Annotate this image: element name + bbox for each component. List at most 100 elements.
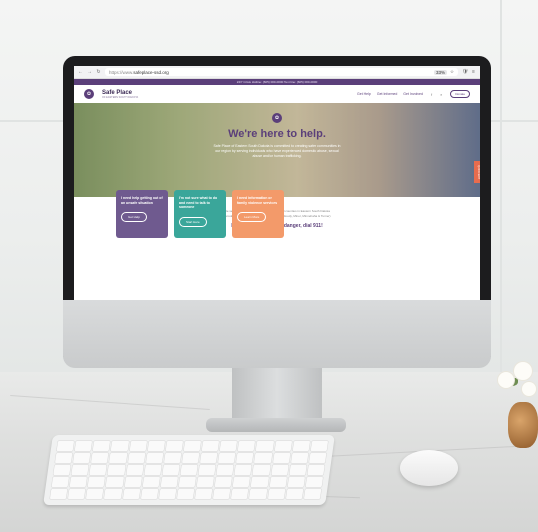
logo-icon[interactable]: ✿	[84, 89, 94, 99]
keyboard-key	[106, 477, 124, 487]
keyboard-key	[287, 477, 305, 487]
keyboard-key	[68, 489, 86, 499]
keyboard-key	[176, 489, 195, 499]
hero-title: We're here to help.	[228, 128, 326, 140]
card-title: I need help getting out of an unsafe sit…	[121, 196, 163, 205]
shield-icon[interactable]: 🛡	[462, 69, 468, 75]
keyboard-key	[285, 489, 304, 499]
hero-body: Safe Place of Eastern South Dakota is co…	[213, 144, 341, 158]
wall-panel-line	[500, 0, 502, 380]
keyboard-key	[147, 441, 165, 451]
keyboard-key	[218, 453, 236, 463]
menu-icon[interactable]: ≡	[471, 69, 476, 75]
keyboard-key	[213, 489, 231, 499]
keyboard-key	[163, 453, 182, 463]
keyboard-key	[178, 477, 197, 487]
keyboard-key	[251, 477, 269, 487]
keyboard-key	[198, 465, 216, 475]
keyboard-key	[252, 465, 271, 475]
keyboard-key	[124, 477, 142, 487]
keyboard-key	[231, 489, 249, 499]
keyboard-key	[310, 441, 329, 451]
keyboard-key	[308, 453, 327, 463]
nav-get-informed[interactable]: Get Informed	[377, 92, 397, 96]
keyboard-key	[86, 489, 104, 499]
donate-button[interactable]: Donate	[450, 90, 470, 98]
keyboard-key	[87, 477, 106, 487]
keyboard-key	[254, 453, 272, 463]
reload-icon[interactable]: ↻	[96, 69, 101, 75]
keyboard-key	[237, 441, 256, 451]
keyboard-key	[91, 453, 109, 463]
monitor-stand	[232, 368, 322, 422]
logo-subtitle: OF EASTERN SOUTH DAKOTA	[102, 95, 139, 99]
get-help-button[interactable]: Get Help	[121, 212, 147, 222]
browser-toolbar: ← → ↻ https://www. safeplace-ssd.org 33% …	[74, 66, 480, 79]
keyboard-key	[142, 477, 160, 487]
keyboard-key	[181, 453, 200, 463]
keyboard-key	[180, 465, 198, 475]
forward-icon[interactable]: →	[87, 69, 92, 75]
facebook-icon[interactable]: f	[431, 92, 432, 97]
start-here-button[interactable]: Start Here	[179, 216, 207, 227]
flower	[522, 382, 536, 396]
screen: ← → ↻ https://www. safeplace-ssd.org 33% …	[74, 66, 480, 300]
keyboard-key	[236, 453, 254, 463]
keyboard-key	[140, 489, 159, 499]
keyboard-key	[89, 465, 108, 475]
card-title: I need information or family violence se…	[237, 196, 278, 205]
keyboard-key	[272, 453, 291, 463]
bookmark-star-icon[interactable]: ☆	[450, 69, 454, 75]
nav-get-involved[interactable]: Get Involved	[403, 92, 423, 96]
keyboard-key	[125, 465, 144, 475]
keyboard-key	[289, 465, 307, 475]
keyboard-key	[290, 453, 309, 463]
flower	[498, 372, 514, 388]
keyboard-key	[122, 489, 140, 499]
keyboard-key	[54, 453, 73, 463]
keyboard-key	[249, 489, 267, 499]
keyboard-key	[104, 489, 122, 499]
site-header: ✿ Safe Place OF EASTERN SOUTH DAKOTA Get…	[74, 85, 480, 103]
keyboard-key	[292, 441, 310, 451]
keyboard-key	[201, 441, 220, 451]
zoom-level[interactable]: 33%	[433, 69, 447, 75]
logo[interactable]: Safe Place OF EASTERN SOUTH DAKOTA	[102, 90, 138, 99]
quick-exit-tab[interactable]: QUICK EXIT	[474, 161, 480, 183]
url-domain: safeplace-ssd.org	[133, 69, 169, 75]
monitor-stand-base	[206, 418, 346, 432]
keyboard-key	[307, 465, 325, 475]
nav-get-help[interactable]: Get Help	[357, 92, 371, 96]
keyboard-key	[165, 441, 183, 451]
keyboard-key	[196, 477, 215, 487]
keyboard-key	[127, 453, 146, 463]
keyboard-key	[53, 465, 71, 475]
keyboard-key	[109, 453, 127, 463]
address-bar[interactable]: https://www. safeplace-ssd.org 33% ☆	[105, 68, 458, 76]
main-nav: Get Help Get Informed Get Involved	[357, 92, 423, 96]
keyboard-key	[49, 489, 68, 499]
url-prefix: https://www.	[109, 69, 134, 75]
keyboard-key	[256, 441, 274, 451]
card-get-help: I need help getting out of an unsafe sit…	[116, 190, 168, 238]
card-learn-more: I need information or family violence se…	[232, 190, 284, 238]
keyboard-key	[111, 441, 129, 451]
keyboard-key	[73, 453, 91, 463]
flower-vase	[508, 402, 538, 448]
hero-logo-icon: ✿	[272, 113, 282, 123]
help-cards: I need help getting out of an unsafe sit…	[116, 190, 284, 238]
keyboard-key	[194, 489, 213, 499]
search-icon[interactable]: ⌕	[440, 92, 442, 97]
card-start-here: I'm not sure what to do and need to talk…	[174, 190, 226, 238]
keyboard-key	[232, 477, 251, 487]
keyboard-key	[71, 465, 89, 475]
flower	[514, 362, 532, 380]
keyboard-key	[267, 489, 286, 499]
keyboard-key	[129, 441, 147, 451]
keyboard-key	[160, 477, 178, 487]
keyboard-key	[219, 441, 238, 451]
keyboard-key	[269, 477, 287, 487]
learn-more-button[interactable]: Learn More	[237, 212, 267, 222]
back-icon[interactable]: ←	[78, 69, 83, 75]
keyboard-key	[143, 465, 162, 475]
